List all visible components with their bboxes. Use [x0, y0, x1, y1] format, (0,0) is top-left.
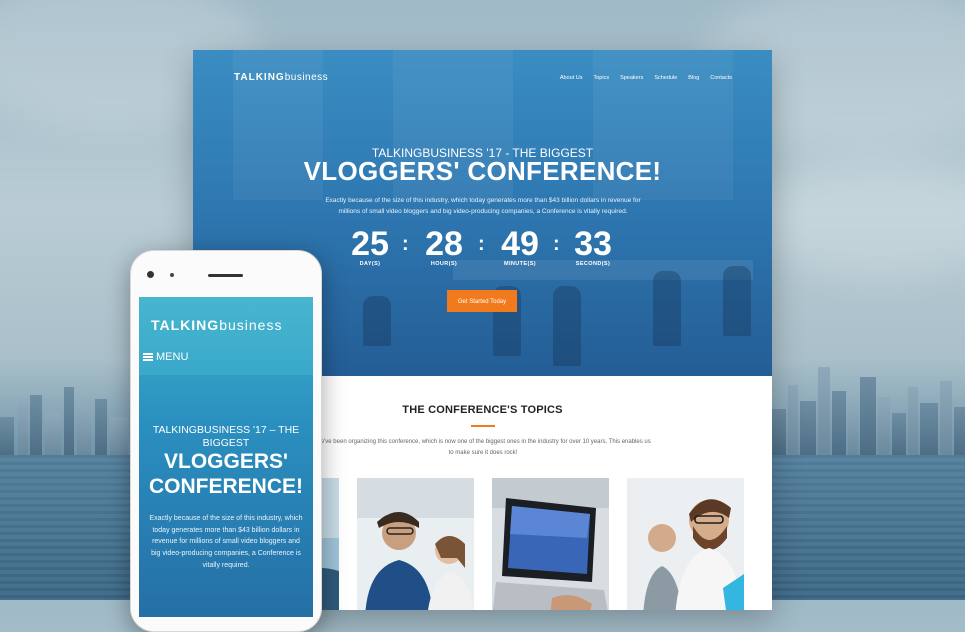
phone-mockup: TALKINGbusiness MENU TALKINGBUSINESS '17… — [130, 250, 322, 632]
countdown-hours: 28 HOUR(S) — [425, 225, 463, 267]
topic-card-image[interactable] — [357, 478, 474, 610]
topic-card-image[interactable] — [627, 478, 744, 610]
phone-hero-subtitle: TALKINGBUSINESS '17 – THE BIGGEST — [152, 424, 300, 449]
topic-card-image[interactable] — [492, 478, 609, 610]
hamburger-icon — [143, 353, 153, 361]
countdown-separator: : — [553, 233, 560, 255]
phone-hero-description: Exactly because of the size of this indu… — [149, 515, 303, 569]
desktop-menu: About Us Topics Speakers Schedule Blog C… — [560, 75, 732, 81]
nav-schedule[interactable]: Schedule — [654, 75, 677, 81]
phone-header: TALKINGbusiness MENU — [139, 297, 313, 375]
get-started-button[interactable]: Get Started Today — [447, 290, 517, 312]
nav-contacts[interactable]: Contacts — [710, 75, 732, 81]
phone-hero-title: VLOGGERS' CONFERENCE! — [148, 450, 303, 498]
countdown-seconds: 33 SECOND(S) — [574, 225, 612, 267]
phone-logo[interactable]: TALKINGbusiness — [151, 317, 282, 333]
nav-topics[interactable]: Topics — [593, 75, 609, 81]
hero-title: VLOGGERS' CONFERENCE! — [303, 156, 662, 186]
phone-screen: TALKINGbusiness MENU TALKINGBUSINESS '17… — [139, 297, 313, 617]
hero-description: Exactly because of the size of this indu… — [325, 197, 641, 215]
nav-speakers[interactable]: Speakers — [620, 75, 643, 81]
desktop-navbar: TALKINGbusiness About Us Topics Speakers… — [193, 50, 772, 108]
proximity-sensor — [170, 273, 174, 277]
topics-description: We've been organizing this conference, w… — [315, 439, 651, 456]
nav-about-us[interactable]: About Us — [560, 75, 583, 81]
countdown-separator: : — [478, 233, 485, 255]
phone-menu-button[interactable]: MENU — [143, 351, 188, 363]
countdown-days: 25 DAY(S) — [351, 225, 389, 267]
earpiece-speaker — [208, 274, 243, 277]
topics-divider — [471, 425, 495, 427]
countdown-minutes: 49 MINUTE(S) — [501, 225, 539, 267]
desktop-logo[interactable]: TALKINGbusiness — [234, 72, 328, 83]
front-camera — [147, 271, 154, 278]
phone-menu-label: MENU — [156, 351, 189, 363]
countdown-separator: : — [402, 233, 409, 255]
nav-blog[interactable]: Blog — [688, 75, 699, 81]
